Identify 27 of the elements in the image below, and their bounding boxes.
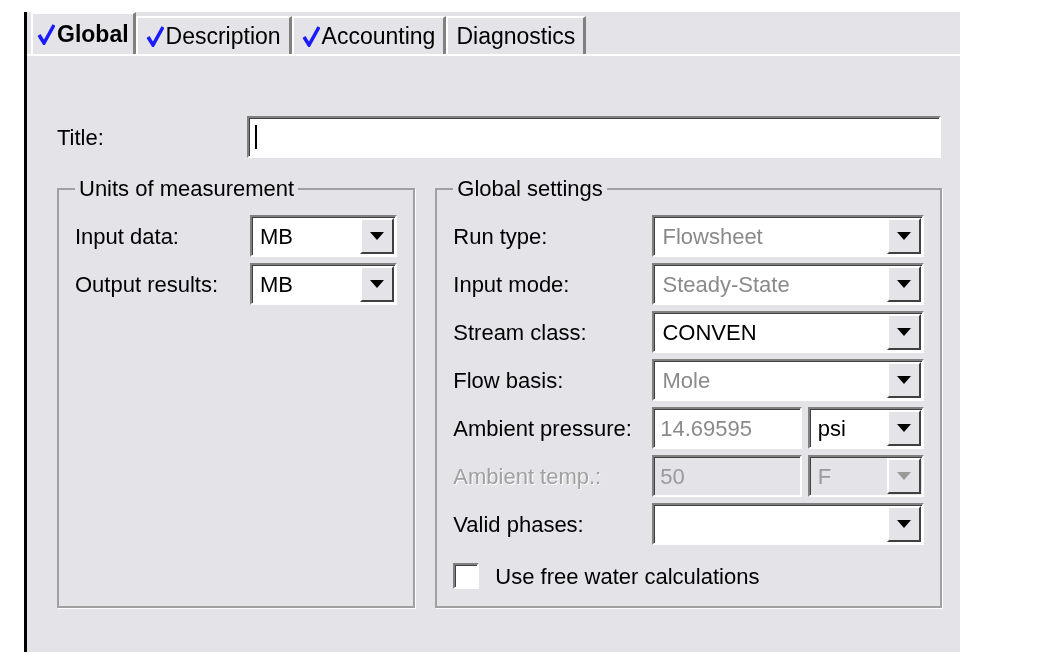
tab[interactable]: Description [135, 16, 292, 54]
checkbox[interactable] [453, 563, 480, 589]
field-label: Title: [57, 123, 105, 152]
group-title: Units of measurement [78, 178, 296, 200]
dropdown[interactable]: MB [250, 263, 398, 305]
checkbox-label: Use free water calculations [495, 562, 760, 591]
checkmark-icon [37, 23, 55, 45]
checkmark-icon [145, 25, 164, 47]
title-field[interactable] [247, 116, 941, 158]
field-label: Output results: [75, 270, 220, 299]
field-label: Valid phases: [453, 510, 585, 539]
field-label: Flow basis: [453, 366, 565, 395]
dropdown[interactable] [652, 503, 924, 545]
field-label: Stream class: [453, 318, 588, 347]
group-title: Global settings [456, 178, 604, 200]
dropdown[interactable]: CONVEN [652, 311, 924, 353]
field-label: Run type: [453, 222, 549, 251]
field-label: Ambient pressure: [453, 414, 633, 443]
dropdown[interactable]: psi [807, 407, 924, 449]
tab[interactable]: Diagnostics [446, 16, 587, 54]
checkmark-icon [301, 25, 320, 47]
field-label: Ambient temp.: [453, 462, 603, 491]
tab[interactable]: Accounting [291, 16, 447, 54]
dropdown[interactable]: MB [250, 215, 398, 257]
field-label: Input data: [75, 222, 180, 251]
field-label: Input mode: [453, 270, 571, 299]
tab[interactable]: Global [31, 12, 136, 54]
